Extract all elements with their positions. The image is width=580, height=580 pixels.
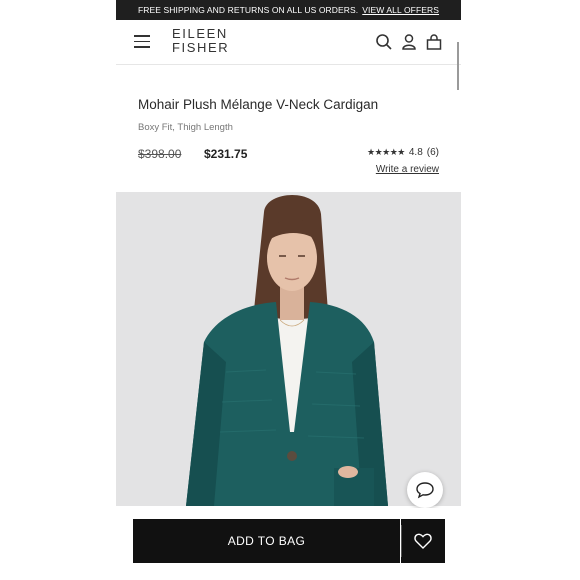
rating-summary[interactable]: ★★★★★ 4.8 (6) [367,147,439,158]
chat-bubble-icon [416,482,434,499]
site-header: EILEEN FISHER [116,20,461,90]
bag-icon[interactable] [425,33,443,51]
write-review-link[interactable]: Write a review [376,164,439,175]
chat-button[interactable] [407,472,443,508]
mobile-product-page: FREE SHIPPING AND RETURNS ON ALL US ORDE… [116,0,461,580]
model-illustration [116,192,461,506]
view-all-offers-link[interactable]: VIEW ALL OFFERS [362,5,439,15]
scrollbar[interactable] [457,42,459,90]
price-rating-row: $398.00 $231.75 ★★★★★ 4.8 (6) Write a re… [138,147,439,183]
brand-logo[interactable]: EILEEN FISHER [172,27,229,55]
original-price: $398.00 [138,147,182,161]
account-icon[interactable] [400,33,418,51]
rating-value: 4.8 [408,147,423,158]
add-to-bag-button[interactable]: ADD TO BAG [133,519,400,563]
promo-banner: FREE SHIPPING AND RETURNS ON ALL US ORDE… [116,0,461,20]
promo-text: FREE SHIPPING AND RETURNS ON ALL US ORDE… [137,5,359,15]
sale-price: $231.75 [204,147,248,161]
product-info: Mohair Plush Mélange V-Neck Cardigan Box… [116,97,461,183]
logo-line-2: FISHER [172,40,230,55]
search-icon[interactable] [375,33,393,51]
product-image[interactable] [116,192,461,506]
logo-line-1: EILEEN [172,26,228,41]
header-icons [375,33,443,51]
product-subtitle: Boxy Fit, Thigh Length [138,122,233,133]
heart-icon [414,533,432,549]
star-rating-icon: ★★★★★ [367,147,405,157]
review-count: (6) [426,147,439,158]
purchase-bar: ADD TO BAG [116,508,461,580]
wishlist-button[interactable] [401,519,445,563]
menu-icon[interactable] [134,35,150,49]
product-title: Mohair Plush Mélange V-Neck Cardigan [138,97,379,112]
